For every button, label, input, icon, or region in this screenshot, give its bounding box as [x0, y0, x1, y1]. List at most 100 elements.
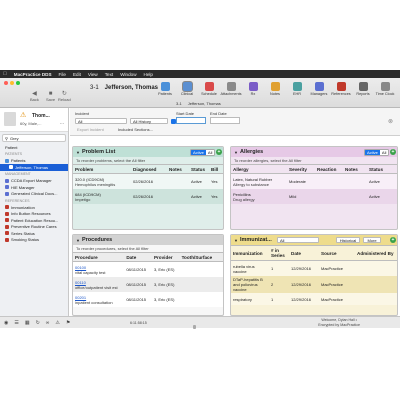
clear-filter-icon[interactable]: ⊗	[388, 118, 393, 125]
clinical-content: ▼ Problem List Active All + To reorder p…	[70, 137, 400, 316]
export-incident-select[interactable]: Export Incident	[77, 127, 104, 132]
toolbar-rx-button[interactable]: Rx	[242, 82, 264, 96]
disclosure-triangle-icon[interactable]: ▼	[76, 150, 80, 155]
apple-icon[interactable]: 	[3, 71, 7, 77]
immunization-name: DTaP-hepatitis B and poliovirus vaccine	[233, 277, 263, 292]
menu-view[interactable]: View	[88, 72, 98, 77]
toolbar-time-clock-button[interactable]: Time Clock	[374, 82, 396, 96]
sidebar-item-smoking-status[interactable]: Smoking Status	[0, 237, 68, 244]
menu-edit[interactable]: Edit	[73, 72, 81, 77]
more-icon[interactable]: ...	[60, 120, 64, 126]
disclosure-triangle-icon[interactable]: ▼	[234, 150, 238, 155]
warning-icon[interactable]: ⚠	[20, 111, 26, 119]
patients-section-header: PATIENTS	[5, 152, 23, 156]
horizontal-scrollbar[interactable]	[193, 325, 196, 329]
menu-file[interactable]: File	[59, 72, 66, 77]
camera-icon[interactable]: ◉	[4, 320, 8, 326]
menu-help[interactable]: Help	[144, 72, 153, 77]
start-date-field[interactable]	[176, 117, 206, 124]
included-sections-button[interactable]: Included Sections...	[118, 127, 153, 132]
col-administered-by[interactable]: Administered By	[355, 251, 397, 256]
menu-app-name[interactable]: MacPractice DDS	[14, 72, 52, 77]
toolbar-schedule-button[interactable]: Schedule	[198, 82, 220, 96]
allergy-active-button[interactable]: Active	[365, 150, 380, 155]
toolbar-patients-button[interactable]: Patients	[154, 82, 176, 96]
references-icon	[336, 82, 346, 91]
col-immunization[interactable]: Immunization	[231, 251, 269, 256]
historical-button[interactable]: Historical	[336, 237, 360, 243]
allergy-severity: Moderate	[289, 179, 306, 184]
add-immunization-button[interactable]: +	[390, 237, 396, 243]
table-row[interactable]: rubella virus vaccine 1 12/29/2016 MacPr…	[231, 261, 397, 276]
encrypted-text: Encrypted by MacPractice	[318, 322, 360, 327]
col-tooth-surface[interactable]: Tooth/Surface	[180, 255, 223, 260]
table-row[interactable]: 00201 inpatient consultation 08/11/2015 3…	[73, 292, 223, 307]
col-procedure[interactable]: Procedure	[73, 255, 124, 260]
table-row[interactable]: DTaP-hepatitis B and poliovirus vaccine …	[231, 276, 397, 293]
table-row[interactable]: Latex, Natural Rubber Allergy to substanc…	[231, 174, 397, 189]
col-severity[interactable]: Severity	[287, 167, 315, 172]
incident-select[interactable]: All	[75, 118, 127, 124]
toolbar-ehr-button[interactable]: EHR	[286, 82, 308, 96]
table-row[interactable]: 00110 office/outpatient visit est 08/11/2…	[73, 277, 223, 292]
close-window-button[interactable]	[4, 81, 8, 85]
sidebar-item-patient-education[interactable]: Patient Education Resou...	[0, 217, 68, 224]
col-immunization-date[interactable]: Date	[289, 251, 319, 256]
table-row[interactable]: 684 (ICD9CM) Impetigo 02/26/2016 Active Y…	[73, 189, 223, 204]
col-source[interactable]: Source	[319, 251, 355, 256]
link-icon[interactable]: ∞	[46, 320, 50, 326]
col-problem[interactable]: Problem	[73, 167, 131, 172]
immunization-filter-select[interactable]: All	[277, 237, 319, 243]
flag-icon[interactable]: ⚑	[66, 320, 70, 326]
allergy-all-button[interactable]: All	[379, 150, 389, 155]
ehr-icon	[292, 82, 302, 91]
col-in-series[interactable]: # in Series	[269, 248, 289, 258]
back-button[interactable]: ◀ Back	[30, 91, 39, 102]
zoom-window-button[interactable]	[16, 81, 20, 85]
disclosure-triangle-icon[interactable]: ▼	[234, 238, 238, 243]
end-date-field[interactable]	[210, 117, 240, 124]
table-row[interactable]: 00100 vital capacity test 08/11/2015 3, E…	[73, 262, 223, 277]
menu-text[interactable]: Text	[105, 72, 113, 77]
history-select[interactable]: All History	[130, 118, 168, 124]
procedure-provider: 3, Eric (ES)	[153, 282, 175, 287]
warning-icon[interactable]: ⚠	[55, 320, 59, 326]
procedure-provider: 3, Eric (ES)	[153, 267, 175, 272]
col-procedure-date[interactable]: Date	[124, 255, 152, 260]
add-problem-button[interactable]: +	[216, 149, 222, 155]
table-row[interactable]: Penicillins Drug allergy Mild Active	[231, 189, 397, 204]
col-reaction[interactable]: Reaction	[315, 167, 343, 172]
save-button[interactable]: ■ Save	[46, 91, 55, 102]
col-provider[interactable]: Provider	[152, 255, 180, 260]
search-field[interactable]: ⚲ Grey	[2, 134, 66, 142]
minimize-window-button[interactable]	[10, 81, 14, 85]
toolbar-reports-button[interactable]: Reports	[352, 82, 374, 96]
disclosure-triangle-icon[interactable]: ▼	[76, 238, 80, 243]
reload-button[interactable]: ↻ Reload	[58, 91, 71, 102]
toolbar-managers-button[interactable]: Managers	[308, 82, 330, 96]
grid-icon[interactable]: ▦	[25, 320, 30, 326]
col-bill[interactable]: Bill	[209, 167, 223, 172]
incident-label: Incident	[75, 111, 90, 116]
refresh-icon[interactable]: ↻	[36, 320, 40, 326]
col-allergy-notes[interactable]: Notes	[343, 167, 367, 172]
toolbar-references-button[interactable]: References	[330, 82, 352, 96]
toolbar-attachments-button[interactable]: Attachments	[220, 82, 242, 96]
table-row[interactable]: respiratory 1 12/29/2016 MacPractice	[231, 293, 397, 305]
table-row[interactable]: 320.0 (ICD9CM) Hemophilus meningitis 02/2…	[73, 174, 223, 189]
col-status[interactable]: Status	[189, 167, 209, 172]
toolbar-clinical-button[interactable]: Clinical	[176, 82, 198, 96]
col-diagnosed[interactable]: Diagnosed	[131, 167, 167, 172]
patient-card[interactable]: ⚠ Thom... 60y, Male,... ...	[0, 108, 68, 132]
list-icon[interactable]: ☰	[14, 320, 18, 326]
patient-name: Jefferson, Thomas	[104, 85, 159, 91]
more-button[interactable]: More	[363, 237, 381, 243]
problem-active-button[interactable]: Active	[191, 150, 206, 155]
col-allergy-status[interactable]: Status	[367, 167, 397, 172]
menu-window[interactable]: Window	[120, 72, 136, 77]
col-notes[interactable]: Notes	[167, 167, 189, 172]
col-allergy[interactable]: Allergy	[231, 167, 287, 172]
add-allergy-button[interactable]: +	[390, 149, 396, 155]
problem-all-button[interactable]: All	[205, 150, 215, 155]
toolbar-notes-button[interactable]: Notes	[264, 82, 286, 96]
